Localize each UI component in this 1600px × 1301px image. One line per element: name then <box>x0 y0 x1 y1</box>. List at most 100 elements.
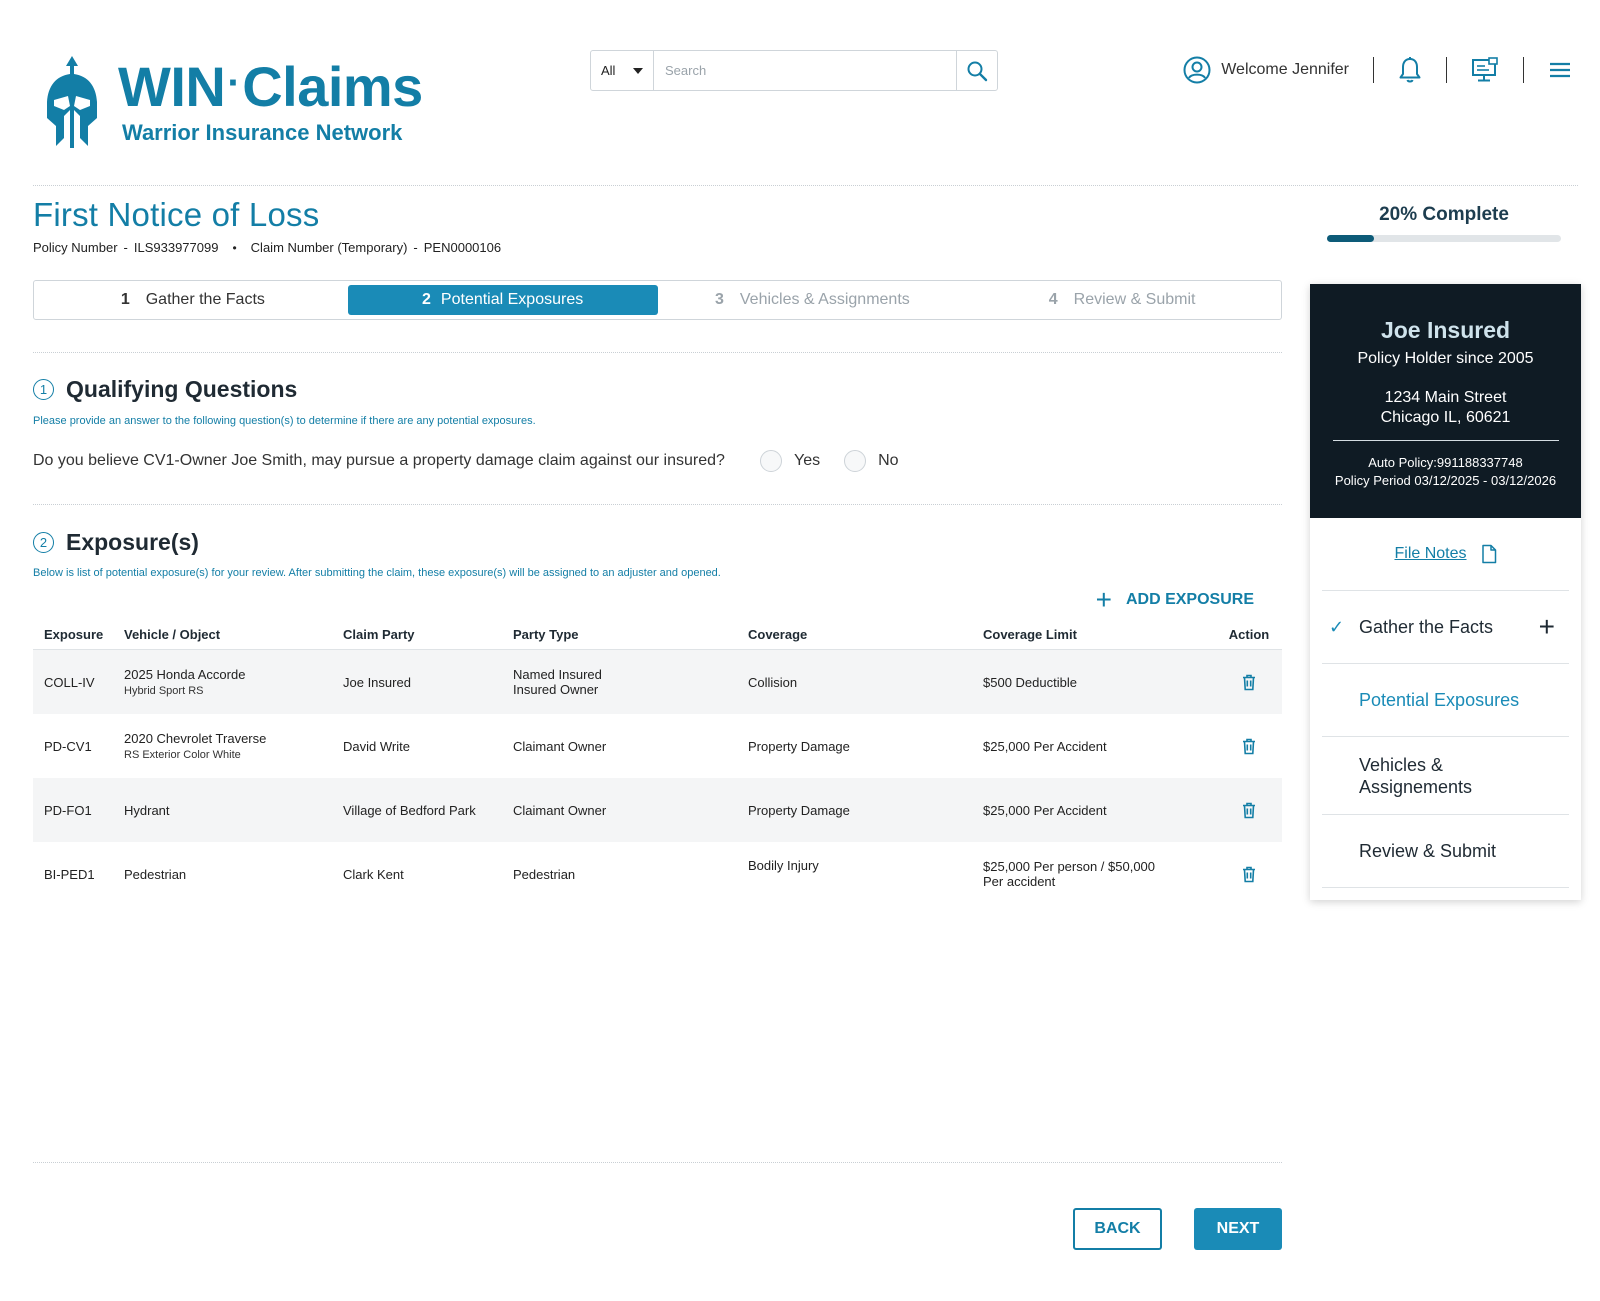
party-type-line: Named Insured <box>513 667 602 682</box>
document-icon <box>1481 544 1496 564</box>
party-type-cell: Claimant Owner <box>513 802 607 818</box>
separator: - <box>123 240 128 255</box>
search-icon <box>967 61 988 81</box>
column-header: Coverage <box>748 627 808 642</box>
policy-period: Policy Period 03/12/2025 - 03/12/2026 <box>1334 473 1557 488</box>
trash-icon <box>1243 674 1255 690</box>
coverage-cell: Property Damage <box>748 802 850 818</box>
exposure-cell: PD-FO1 <box>44 802 92 818</box>
plus-icon: + <box>1095 584 1112 615</box>
column-header: Party Type <box>513 627 579 642</box>
coverage-limit-cell: $25,000 Per person / $50,000 Per acciden… <box>983 859 1216 889</box>
claim-number-value: PEN0000106 <box>423 240 502 255</box>
exposures-heading: 2 Exposure(s) <box>33 529 199 556</box>
expand-plus-icon[interactable]: + <box>1539 611 1555 643</box>
step-number: 1 <box>120 291 130 308</box>
vehicle-name: 2025 Honda Accorde <box>124 667 246 682</box>
trash-icon <box>1243 802 1255 818</box>
separator: - <box>413 240 418 255</box>
hamburger-menu-icon <box>1550 62 1570 78</box>
search-scope-dropdown[interactable]: All <box>591 51 654 90</box>
progress-indicator: 20% Complete <box>1327 204 1561 242</box>
party-type-line: Insured Owner <box>513 682 599 697</box>
column-header: Vehicle / Object <box>124 627 221 642</box>
coverage-cell: Collision <box>748 674 798 690</box>
step-tab-vehicles-assignments[interactable]: 3 Vehicles & Assignments <box>658 285 968 315</box>
policy-holder-name: Joe Insured <box>1380 317 1511 343</box>
delete-button[interactable] <box>1216 738 1282 755</box>
section-divider <box>33 504 1282 505</box>
coverage-limit-line: $25,000 Per person / $50,000 <box>983 859 1156 874</box>
table-row: BI-PED1 Pedestrian Clark Kent Pedestrian… <box>33 842 1282 906</box>
section-title: Exposure(s) <box>66 529 199 555</box>
policy-info: Auto Policy:991188337748 Policy Period 0… <box>1310 454 1581 490</box>
section-number-badge: 2 <box>33 532 54 553</box>
header-divider <box>33 185 1578 186</box>
step-label: Potential Exposures <box>440 291 584 308</box>
side-item-vehicles-assignments[interactable]: Vehicles & Assignements <box>1322 737 1569 815</box>
yes-radio[interactable] <box>760 450 782 472</box>
page-title: First Notice of Loss <box>33 196 320 233</box>
claim-party-cell: Clark Kent <box>343 866 404 882</box>
party-type-cell: Pedestrian <box>513 866 576 882</box>
brand-logo[interactable]: WIN·Claims Warrior Insurance Network <box>44 52 423 150</box>
vehicle-cell: 2020 Chevrolet Traverse RS Exterior Colo… <box>124 731 343 761</box>
side-item-label: Gather the Facts <box>1359 616 1494 637</box>
add-exposure-button[interactable]: + ADD EXPOSURE <box>1095 584 1254 615</box>
section-title: Qualifying Questions <box>66 376 298 402</box>
policy-holder-card: Joe Insured Policy Holder since 2005 123… <box>1310 284 1581 900</box>
party-type-cell: Claimant Owner <box>513 738 607 754</box>
trash-icon <box>1243 738 1255 754</box>
no-radio[interactable] <box>844 450 867 472</box>
coverage-limit-line: Per accident <box>983 874 1056 889</box>
delete-button[interactable] <box>1216 802 1282 819</box>
delete-button[interactable] <box>1216 674 1282 691</box>
vehicle-cell: Pedestrian <box>124 866 187 882</box>
coverage-limit-cell: $500 Deductible <box>983 674 1077 690</box>
exposures-description: Below is list of potential exposure(s) f… <box>33 567 721 579</box>
step-tab-gather-facts[interactable]: 1 Gather the Facts <box>38 285 348 315</box>
policy-holder-address: 1234 Main Street Chicago IL, 60621 <box>1310 388 1581 428</box>
trash-icon <box>1243 866 1255 882</box>
table-row: PD-CV1 2020 Chevrolet Traverse RS Exteri… <box>33 714 1282 778</box>
vehicle-detail: Hybrid Sport RS <box>124 685 204 697</box>
step-number: 4 <box>1048 291 1058 308</box>
no-label[interactable]: No <box>878 452 898 470</box>
spartan-helmet-icon <box>47 56 97 148</box>
user-menu[interactable]: Welcome Jennifer <box>1183 56 1349 84</box>
step-label: Review & Submit <box>1073 291 1196 308</box>
side-item-potential-exposures[interactable]: Potential Exposures <box>1322 664 1569 737</box>
back-button[interactable]: BACK <box>1073 1208 1162 1250</box>
desktop-button[interactable] <box>1471 57 1499 83</box>
qualifying-question: Do you believe CV1-Owner Joe Smith, may … <box>33 452 725 469</box>
step-number: 2 <box>422 291 431 308</box>
progress-fill <box>1327 235 1374 242</box>
table-header: Exposure Vehicle / Object Claim Party Pa… <box>33 620 1282 650</box>
step-tab-review-submit[interactable]: 4 Review & Submit <box>967 285 1277 315</box>
progress-label: 20% Complete <box>1379 204 1509 225</box>
claim-party-cell: Joe Insured <box>343 674 411 690</box>
qualifying-answer-group: Yes No <box>760 450 923 472</box>
divider <box>1523 57 1524 83</box>
side-item-review-submit[interactable]: Review & Submit <box>1322 815 1569 888</box>
column-header: Coverage Limit <box>983 627 1077 642</box>
file-notes-link[interactable]: File Notes <box>1322 518 1569 591</box>
step-number: 3 <box>714 291 724 308</box>
side-item-gather-facts[interactable]: ✓ Gather the Facts + <box>1322 591 1569 664</box>
main-menu-button[interactable] <box>1548 60 1572 80</box>
delete-button[interactable] <box>1216 866 1282 883</box>
bullet-separator: • <box>232 240 237 255</box>
vehicle-detail: RS Exterior Color White <box>124 749 241 761</box>
check-icon: ✓ <box>1329 616 1345 637</box>
notifications-button[interactable] <box>1398 56 1422 84</box>
exposures-table: Exposure Vehicle / Object Claim Party Pa… <box>33 620 1282 906</box>
yes-label[interactable]: Yes <box>794 452 820 470</box>
search-scope-value: All <box>601 63 616 78</box>
qualifying-questions-heading: 1 Qualifying Questions <box>33 376 297 403</box>
coverage-limit-cell: $25,000 Per Accident <box>983 802 1107 818</box>
search-button[interactable] <box>956 51 997 90</box>
next-button[interactable]: NEXT <box>1194 1208 1282 1250</box>
step-tab-potential-exposures[interactable]: 2 Potential Exposures <box>347 285 658 315</box>
brand-title: WIN·Claims <box>118 55 423 118</box>
search-input[interactable] <box>654 51 956 90</box>
